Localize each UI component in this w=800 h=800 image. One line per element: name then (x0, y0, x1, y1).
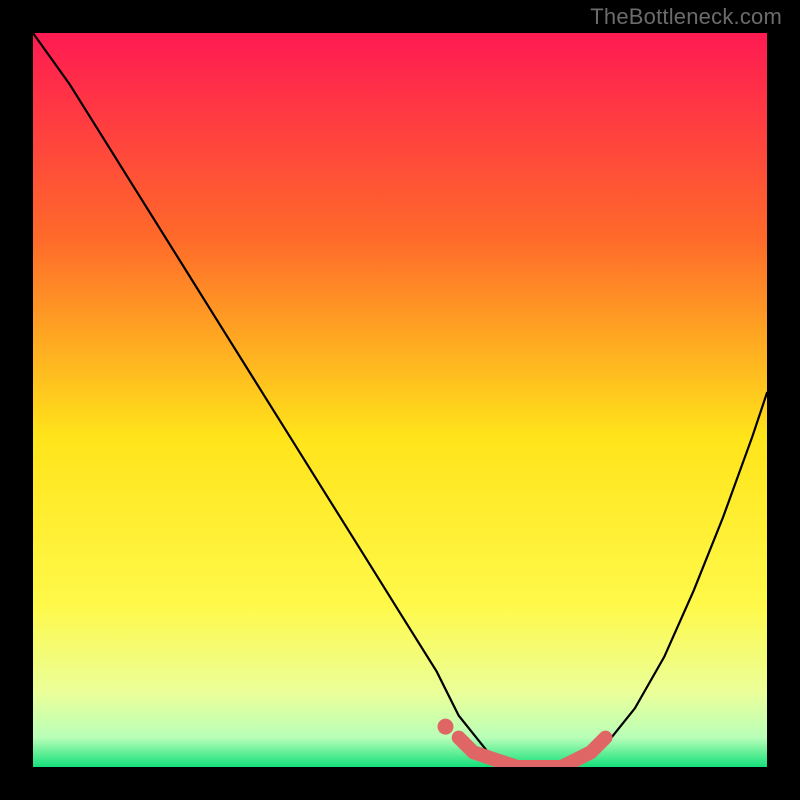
watermark-text: TheBottleneck.com (590, 4, 782, 30)
chart-frame: TheBottleneck.com (0, 0, 800, 800)
plot-svg (33, 33, 767, 767)
gradient-background (33, 33, 767, 767)
plot-area (33, 33, 767, 767)
optimal-start-dot (438, 719, 454, 735)
